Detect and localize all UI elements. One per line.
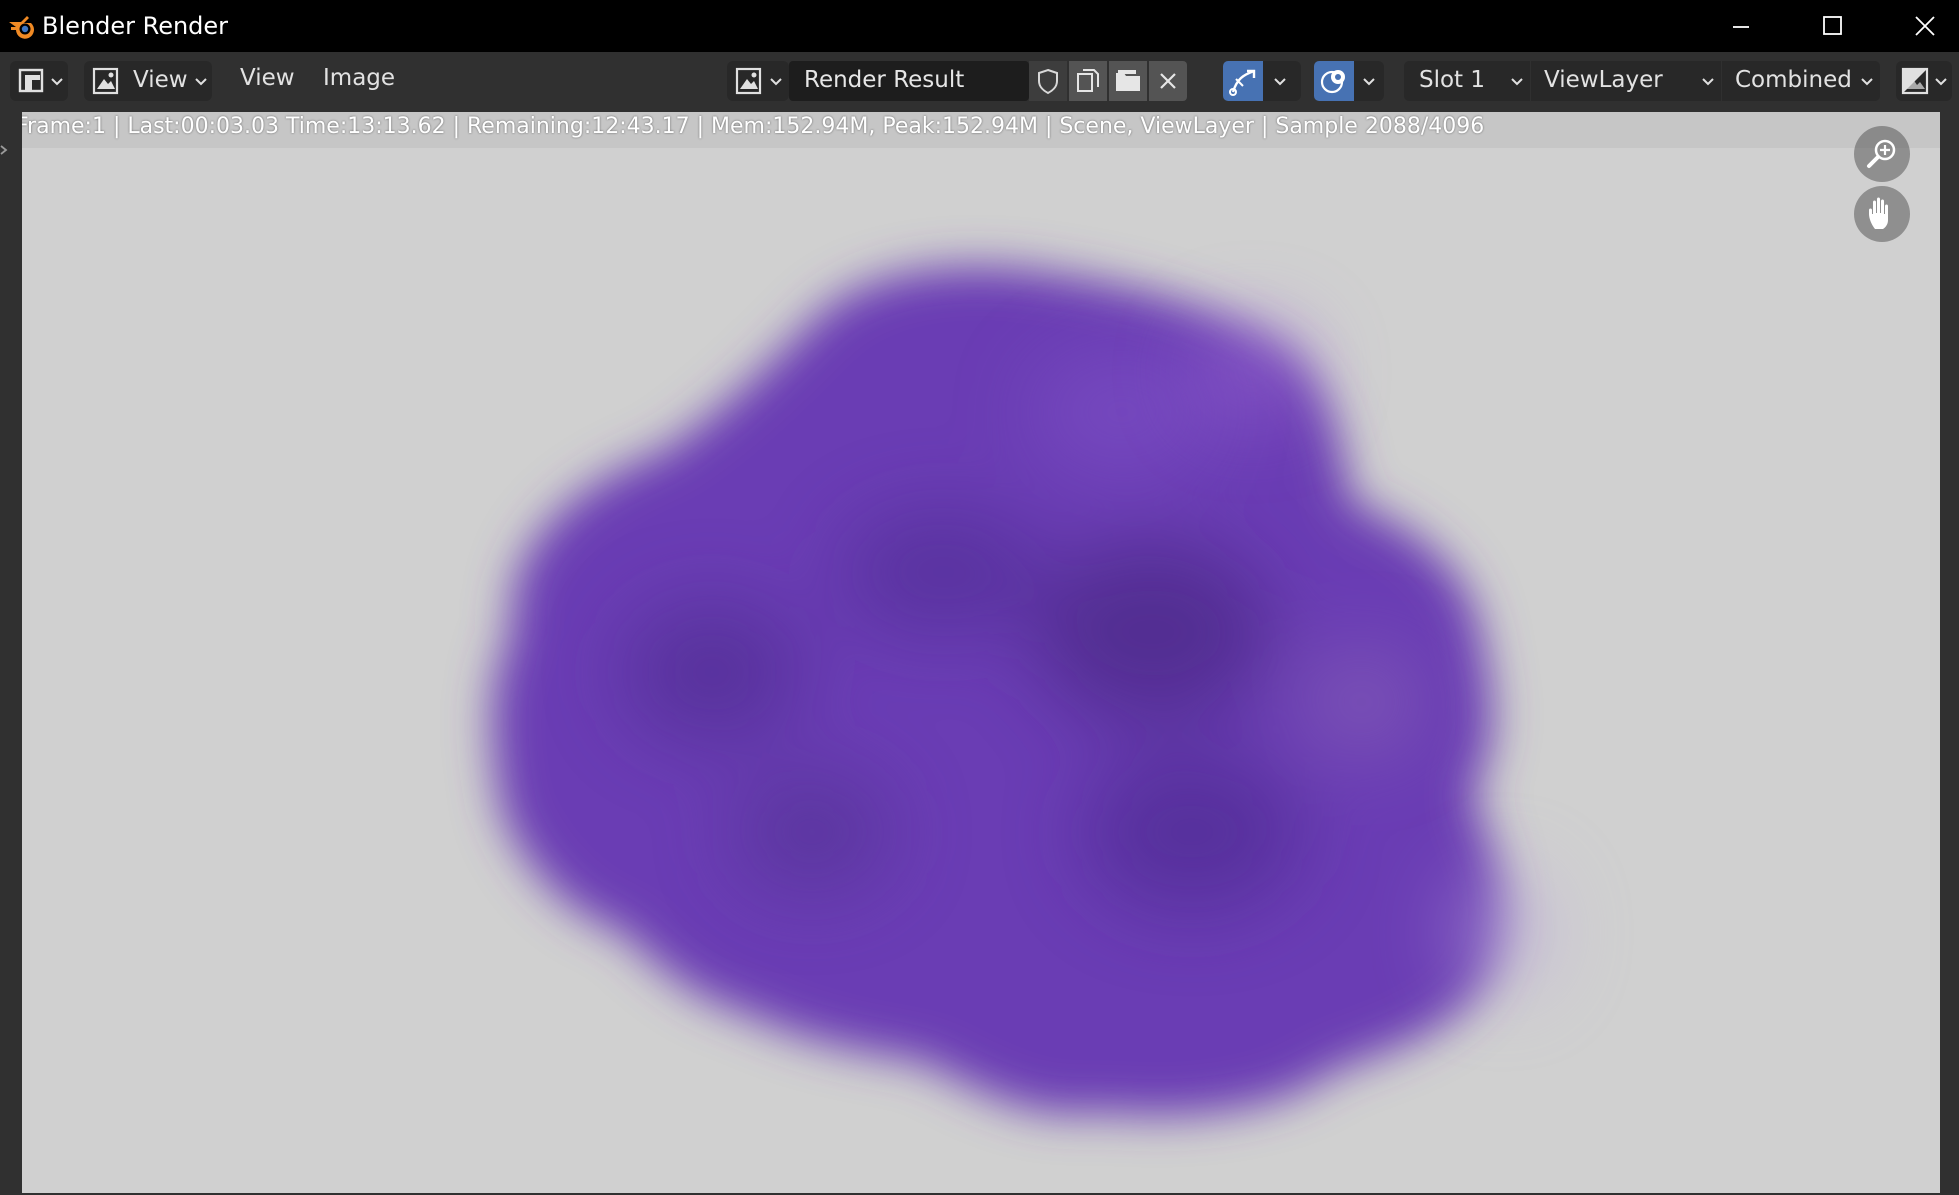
gizmo-toggle[interactable] (1223, 61, 1301, 101)
image-editor-icon (18, 68, 44, 93)
window-title: Blender Render (42, 12, 229, 40)
editor-type-dropdown[interactable] (10, 61, 68, 101)
image-viewport[interactable] (0, 108, 1959, 1195)
zoom-gizmo[interactable] (1854, 126, 1910, 182)
window-titlebar: Blender Render (0, 0, 1959, 52)
gizmo-icon (1229, 69, 1256, 96)
unlink-x-icon (1160, 73, 1176, 89)
render-pass-label: Combined (1735, 67, 1852, 93)
image-name-field[interactable]: Render Result (789, 61, 1029, 101)
chevron-down-icon (1363, 78, 1375, 86)
left-toolbar-strip (0, 112, 22, 1195)
chevron-down-icon (1702, 78, 1714, 86)
open-image-button[interactable] (1109, 61, 1147, 101)
image-editor-header: View View Image Render Result Slot 1 Vie… (0, 52, 1959, 108)
chevron-down-icon (1935, 78, 1947, 86)
slot-label: Slot 1 (1419, 67, 1486, 93)
chevron-down-icon (51, 78, 63, 86)
smoke-render (22, 112, 1940, 1193)
fake-user-button[interactable] (1029, 61, 1067, 101)
view-layer-label: ViewLayer (1544, 67, 1663, 93)
open-folder-icon (1116, 70, 1140, 91)
image-browse-icon (735, 67, 762, 95)
chevron-down-icon (195, 78, 207, 86)
display-channels-icon (1901, 67, 1929, 95)
pan-gizmo[interactable] (1854, 186, 1910, 242)
slot-dropdown[interactable]: Slot 1 (1404, 61, 1530, 101)
image-mode-icon (92, 67, 119, 95)
menu-view[interactable]: View (240, 65, 295, 91)
close-icon (1915, 16, 1935, 36)
expand-arrow-icon[interactable] (0, 144, 8, 156)
zoom-icon (1867, 139, 1896, 168)
menu-image[interactable]: Image (323, 65, 395, 91)
maximize-icon (1823, 16, 1842, 35)
chevron-down-icon (1511, 78, 1523, 86)
chevron-down-icon (770, 78, 782, 86)
render-result-image (22, 112, 1940, 1193)
unlink-image-button[interactable] (1149, 61, 1187, 101)
chevron-down-icon (1861, 78, 1873, 86)
minimize-button[interactable] (1695, 0, 1787, 52)
mode-dropdown[interactable]: View (84, 61, 212, 101)
chevron-down-icon (1274, 78, 1286, 86)
image-name: Render Result (804, 67, 965, 93)
image-browse-dropdown[interactable] (727, 61, 789, 101)
blender-logo-icon (5, 9, 39, 43)
render-stats-text: Frame:1 | Last:00:03.03 Time:13:13.62 | … (16, 114, 1485, 139)
overlay-toggle[interactable] (1314, 61, 1384, 101)
view-layer-dropdown[interactable]: ViewLayer (1531, 61, 1721, 101)
overlay-icon (1320, 70, 1345, 94)
new-image-button[interactable] (1069, 61, 1107, 101)
display-channels-dropdown[interactable] (1896, 61, 1952, 101)
pan-hand-icon (1869, 197, 1888, 229)
close-button[interactable] (1879, 0, 1959, 52)
mode-label: View (133, 67, 188, 93)
maximize-button[interactable] (1787, 0, 1879, 52)
render-pass-dropdown[interactable]: Combined (1722, 61, 1880, 101)
fake-user-shield-icon (1038, 68, 1058, 95)
minimize-icon (1733, 26, 1749, 28)
new-image-icon (1077, 69, 1099, 92)
